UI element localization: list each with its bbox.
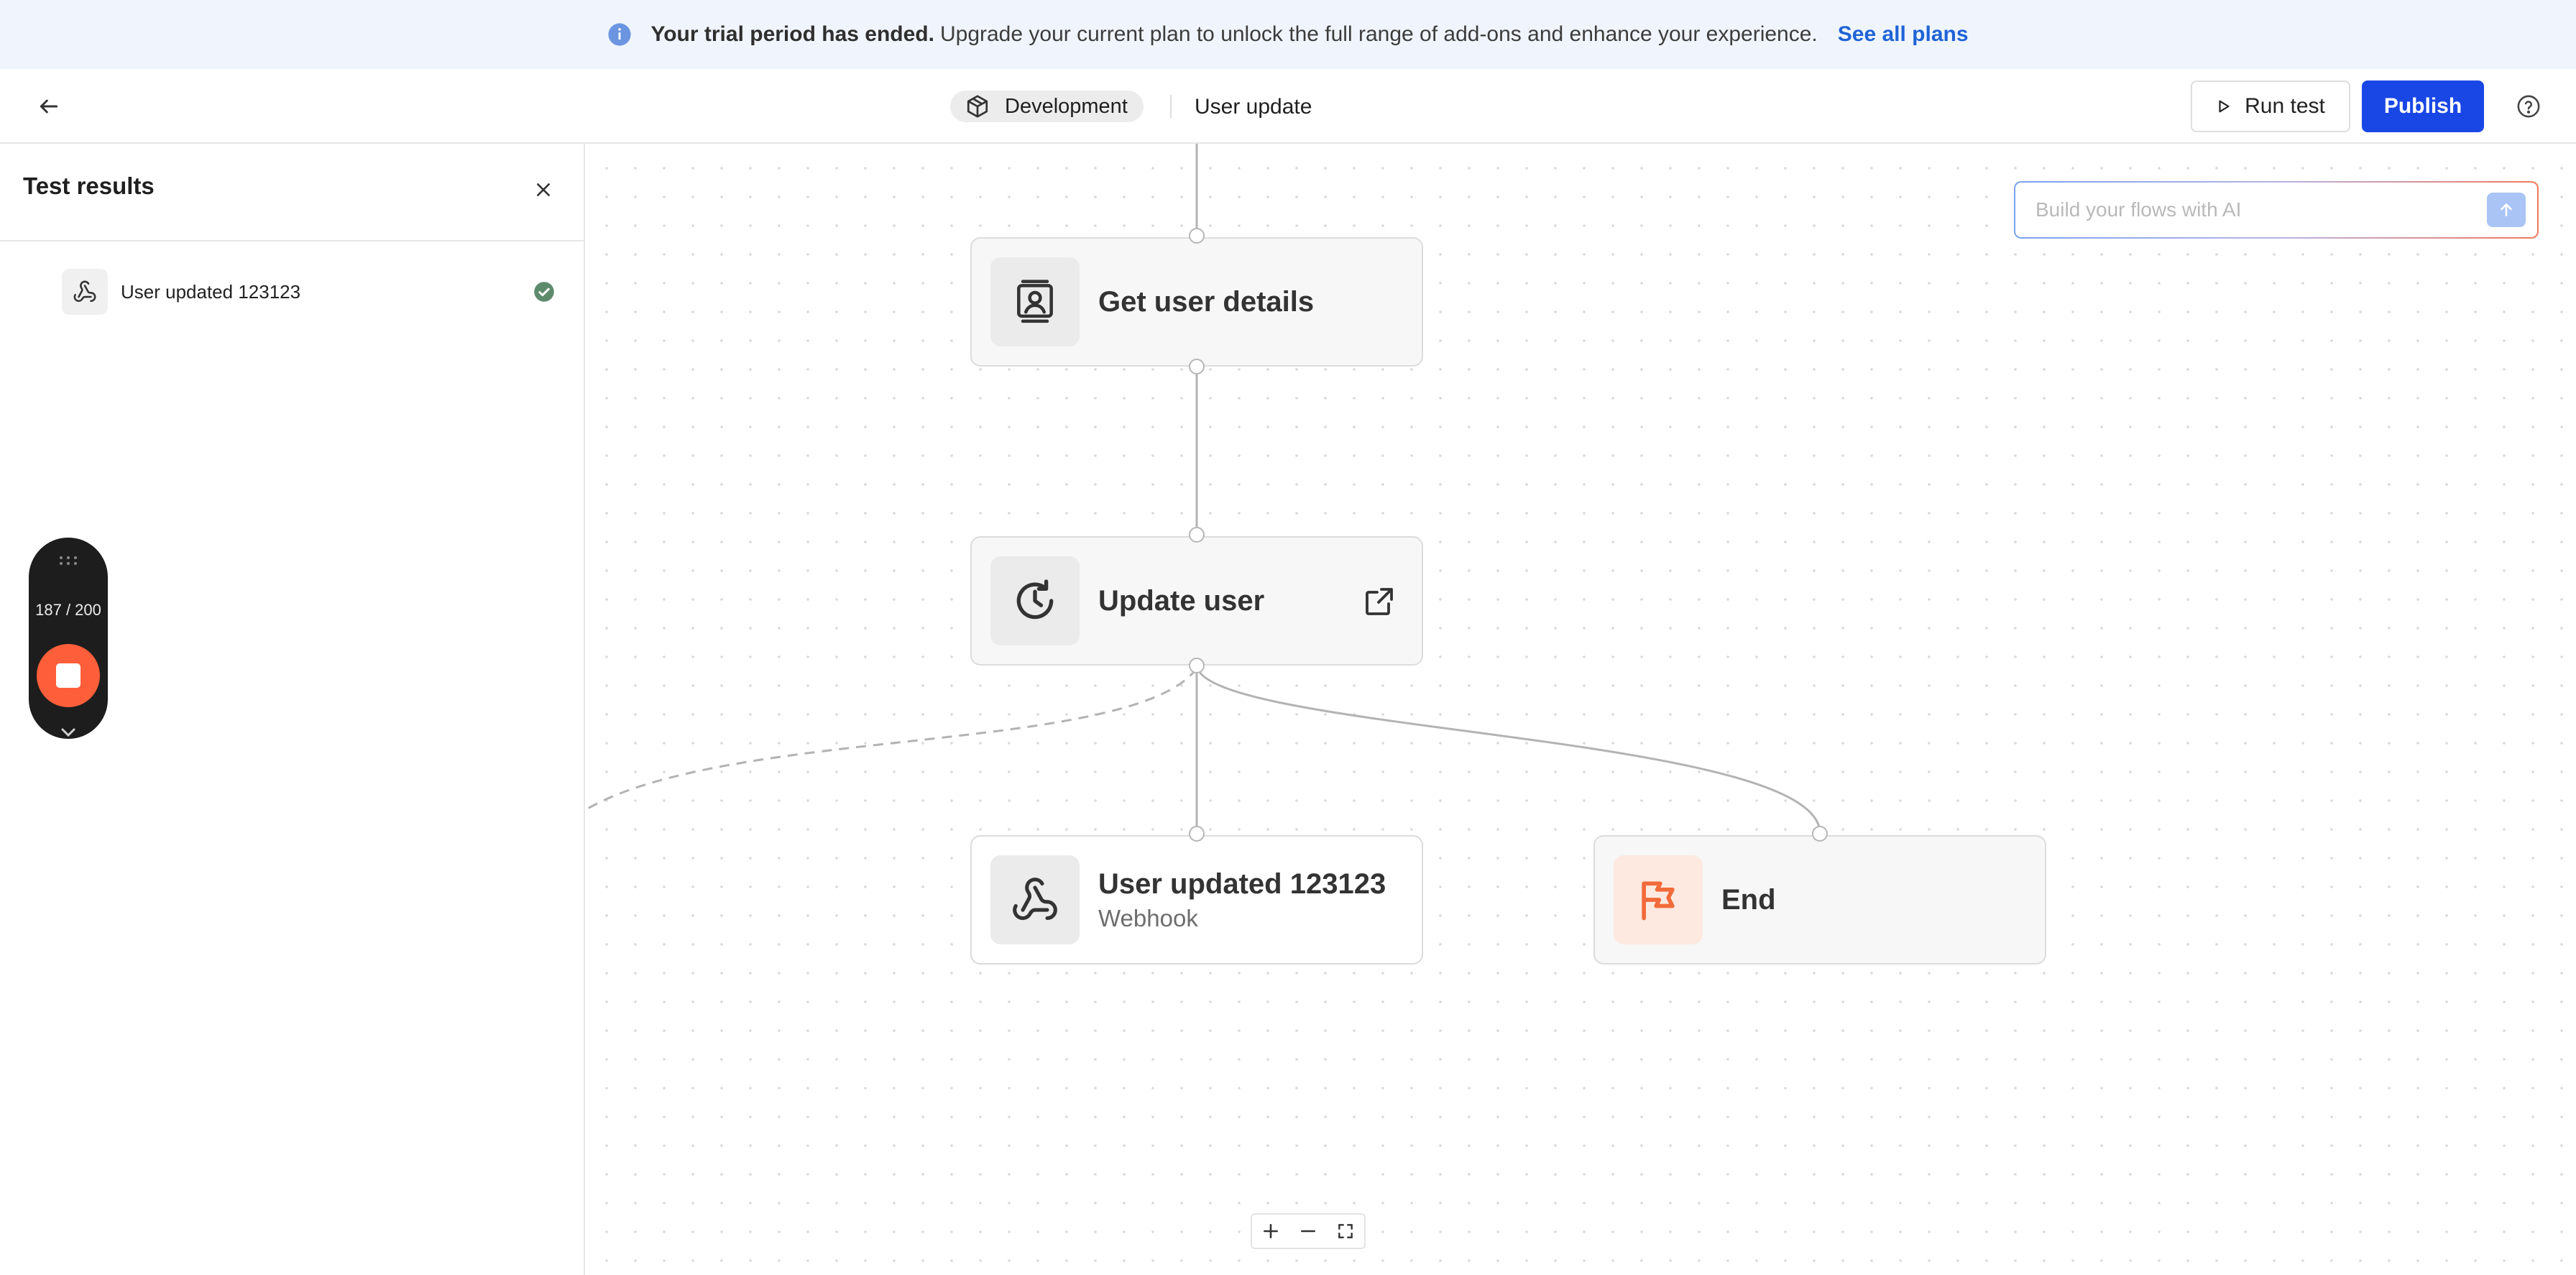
port-webhook-in[interactable] [1189,826,1205,842]
minus-icon [1301,1230,1315,1233]
node-title: Update user [1098,584,1265,617]
external-link-icon[interactable] [1361,585,1396,620]
panel-title: Test results [23,172,155,199]
node-get-user-details[interactable]: Get user details [970,237,1423,367]
node-icon-wrap [990,556,1080,645]
webhook-icon [73,280,96,303]
node-title: End [1721,883,1776,916]
panel-header: Test results [0,144,584,241]
user-card-icon [1017,280,1053,323]
port-update-in[interactable] [1189,527,1205,543]
zoom-out-button[interactable] [1294,1217,1322,1246]
result-icon-wrap [62,269,108,315]
flow-canvas[interactable]: Get user details Update user [586,144,2576,1275]
play-icon [2219,100,2230,113]
back-button[interactable] [33,91,65,122]
banner-text: Upgrade your current plan to unlock the … [939,22,1818,46]
node-title: User updated 123123 [1098,867,1386,900]
refresh-clock-icon [1016,579,1054,620]
flag-icon [1642,881,1675,921]
node-icon-wrap [1614,855,1703,944]
node-update-user[interactable]: Update user [970,536,1423,666]
node-webhook[interactable]: User updated 123123 Webhook [970,835,1423,965]
header-divider [1170,95,1172,118]
cube-icon [967,95,988,118]
fullscreen-icon [1338,1224,1353,1238]
drag-handle-icon[interactable] [58,555,79,566]
help-circle-icon [2517,95,2540,118]
node-icon-wrap [990,855,1080,944]
see-all-plans-link[interactable]: See all plans [1838,22,1969,47]
zoom-controls [1251,1213,1366,1249]
ai-prompt-box [2014,181,2539,239]
publish-button[interactable]: Publish [2362,80,2484,132]
info-icon [608,23,632,46]
banner-bold-text: Your trial period has ended. [650,22,934,46]
edge-update-to-end [1195,665,1821,834]
ai-prompt-input[interactable] [2015,183,2487,237]
flow-name[interactable]: User update [1195,95,1312,119]
result-label: User updated 123123 [121,280,301,303]
stop-icon [56,663,80,688]
flow-edges [586,144,1821,834]
port-get-user-out[interactable] [1189,359,1205,374]
zoom-in-button[interactable] [1256,1217,1285,1246]
port-end-in[interactable] [1812,826,1828,842]
node-end[interactable]: End [1593,835,2046,965]
environment-badge[interactable]: Development [950,91,1144,122]
test-result-item[interactable]: User updated 123123 [62,269,555,315]
stop-recording-button[interactable] [37,644,100,707]
environment-label: Development [1005,94,1128,118]
check-circle-icon [534,282,554,302]
port-get-user-in[interactable] [1189,228,1205,244]
arrow-up-icon [2501,203,2512,216]
port-update-out[interactable] [1189,658,1205,673]
close-icon [537,183,550,196]
node-subtitle: Webhook [1098,904,1198,931]
node-title: Get user details [1098,285,1315,318]
webhook-icon [1013,878,1057,921]
node-icon-wrap [990,257,1080,346]
top-header: Development User update Run test Publish [0,69,2576,144]
run-test-label: Run test [2245,94,2325,118]
help-button[interactable] [2513,91,2544,122]
recorder-count: 187 / 200 [35,601,101,619]
plus-icon [1264,1224,1278,1238]
chevron-down-icon[interactable] [59,727,78,739]
fit-view-button[interactable] [1331,1217,1360,1246]
edge-dashed-loop [586,668,1198,811]
ai-send-button[interactable] [2487,193,2526,227]
close-panel-button[interactable] [529,175,558,204]
recorder-widget: 187 / 200 [29,538,108,739]
trial-banner: Your trial period has ended. Upgrade you… [0,0,2576,69]
run-test-button[interactable]: Run test [2191,80,2350,132]
arrow-left-icon [40,99,58,114]
